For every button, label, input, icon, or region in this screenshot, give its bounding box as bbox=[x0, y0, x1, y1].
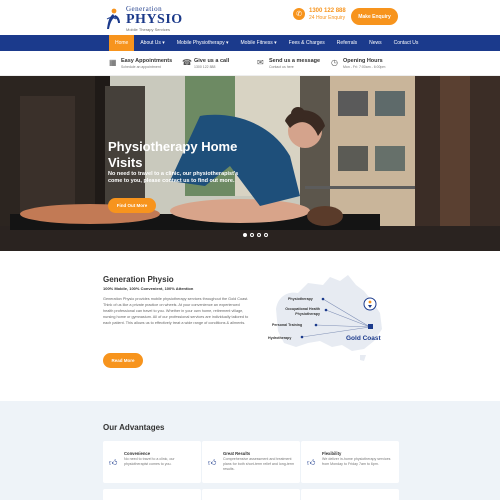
header-phone[interactable]: ✆ 1300 122 888 24 Hour Enquiry bbox=[293, 8, 346, 21]
advantage-card: 👍︎ Great Results Comprehensive assessmen… bbox=[202, 441, 300, 483]
phone-number: 1300 122 888 bbox=[309, 8, 346, 14]
advantage-card: 👍︎ Flexibility We deliver in-home physio… bbox=[301, 441, 399, 483]
card-title: Convenience bbox=[124, 451, 151, 456]
card-title: Great Results bbox=[223, 451, 251, 456]
nav-item-mobile-physiotherapy[interactable]: Mobile Physiotherapy ▾ bbox=[171, 35, 235, 51]
nav-item-home[interactable]: Home bbox=[109, 35, 135, 51]
hero-slider: Physiotherapy Home Visits No need to tra… bbox=[0, 76, 500, 251]
site-header: Generation PHYSIO Mobile Therapy Service… bbox=[0, 0, 500, 35]
info-title: Opening Hours bbox=[343, 58, 383, 64]
envelope-icon: ✉ bbox=[257, 58, 264, 67]
hero-text: No need to travel to a clinic, our physi… bbox=[108, 171, 239, 185]
advantage-card-partial bbox=[103, 489, 201, 500]
info-subtitle: Contact us here bbox=[269, 65, 294, 69]
card-text: We deliver in-home physiotherapy service… bbox=[322, 457, 391, 467]
nav-item-fees-charges[interactable]: Fees & Charges bbox=[283, 35, 331, 51]
about-section: Generation Physio 100% Mobile, 100% Conv… bbox=[0, 251, 500, 401]
info-title: Send us a message bbox=[269, 58, 321, 64]
nav-item-news[interactable]: News bbox=[363, 35, 388, 51]
info-appointments[interactable]: ▦ Easy Appointments Schedule an appointm… bbox=[109, 58, 172, 69]
card-text: Comprehensive assessment and treatment p… bbox=[223, 457, 295, 472]
info-subtitle: 1300 122 888 bbox=[194, 65, 216, 69]
logo-line2: PHYSIO bbox=[126, 12, 183, 27]
card-title: Flexibility bbox=[322, 451, 342, 456]
info-call[interactable]: ☎ Give us a call 1300 122 888 bbox=[182, 58, 229, 69]
phone-icon: ✆ bbox=[293, 8, 305, 21]
slider-dot-4[interactable] bbox=[264, 233, 268, 237]
about-subtitle: 100% Mobile, 100% Convenient, 100% Atten… bbox=[103, 286, 194, 291]
thumbs-up-icon: 👍︎ bbox=[109, 458, 118, 467]
make-enquiry-button[interactable]: Make Enquiry bbox=[351, 8, 398, 25]
find-out-more-button[interactable]: Find Out More bbox=[108, 198, 156, 213]
about-title: Generation Physio bbox=[103, 275, 174, 284]
map-label-personal-training: Personal Training bbox=[272, 323, 303, 327]
thumbs-up-icon: 👍︎ bbox=[208, 458, 217, 467]
info-bar: ▦ Easy Appointments Schedule an appointm… bbox=[0, 51, 500, 76]
info-message[interactable]: ✉ Send us a message Contact us here bbox=[257, 58, 320, 69]
read-more-button[interactable]: Read More bbox=[103, 353, 143, 368]
advantage-card-partial bbox=[301, 489, 399, 500]
info-subtitle: Schedule an appointment bbox=[121, 65, 161, 69]
slider-dot-1[interactable] bbox=[243, 233, 247, 237]
australia-map bbox=[276, 275, 382, 361]
info-subtitle: Mon - Fri: 7:00am - 6:00pm bbox=[343, 65, 386, 69]
map-location-label: Gold Coast bbox=[346, 335, 381, 342]
page: Generation PHYSIO Mobile Therapy Service… bbox=[0, 0, 500, 500]
map-label-occupational: Occupational Health Physiotherapy bbox=[285, 307, 320, 316]
map-label-physiotherapy: Physiotherapy bbox=[288, 297, 313, 301]
nav-item-contact-us[interactable]: Contact Us bbox=[388, 35, 425, 51]
info-hours: ◷ Opening Hours Mon - Fri: 7:00am - 6:00… bbox=[331, 58, 385, 69]
hero-title: Physiotherapy Home Visits bbox=[108, 139, 238, 170]
advantages-section: Our Advantages 👍︎ Convenience No need to… bbox=[0, 401, 500, 500]
card-text: No need to travel to a clinic, our physi… bbox=[124, 457, 175, 467]
thumbs-up-icon: 👍︎ bbox=[307, 458, 316, 467]
slider-dot-2[interactable] bbox=[250, 233, 254, 237]
info-title: Give us a call bbox=[194, 58, 230, 64]
info-title: Easy Appointments bbox=[121, 58, 173, 64]
nav-item-about-us[interactable]: About Us ▾ bbox=[134, 35, 170, 51]
advantages-title: Our Advantages bbox=[103, 423, 165, 432]
advantage-card: 👍︎ Convenience No need to travel to a cl… bbox=[103, 441, 201, 483]
main-nav: Home About Us ▾ Mobile Physiotherapy ▾ M… bbox=[0, 35, 500, 51]
phone-subtitle: 24 Hour Enquiry bbox=[309, 14, 346, 21]
phone-icon: ☎ bbox=[182, 58, 192, 67]
logo-tagline: Mobile Therapy Services bbox=[126, 27, 170, 32]
logo[interactable]: Generation PHYSIO Mobile Therapy Service… bbox=[104, 6, 183, 32]
advantage-card-partial bbox=[202, 489, 300, 500]
nav-item-referrals[interactable]: Referrals bbox=[331, 35, 363, 51]
calendar-icon: ▦ bbox=[109, 58, 117, 67]
map-label-hydrotherapy: Hydrotherapy bbox=[268, 336, 292, 340]
clock-icon: ◷ bbox=[331, 58, 338, 67]
nav-item-mobile-fitness[interactable]: Mobile Fitness ▾ bbox=[235, 35, 283, 51]
slider-dots bbox=[243, 233, 268, 237]
logo-figure-icon bbox=[106, 8, 120, 29]
slider-dot-3[interactable] bbox=[257, 233, 261, 237]
about-body: Generation Physio provides mobile physio… bbox=[103, 297, 249, 325]
